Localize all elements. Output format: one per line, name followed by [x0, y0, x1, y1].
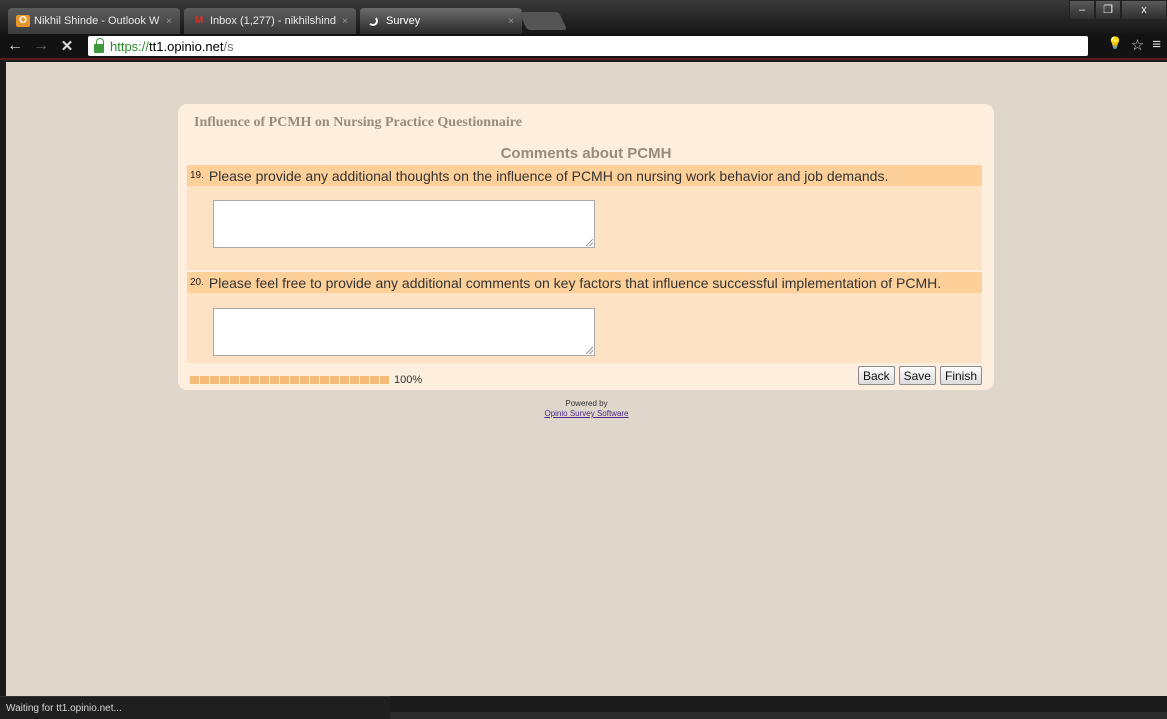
question-20-body: [187, 293, 982, 363]
survey-actions: Back Save Finish: [857, 366, 982, 385]
question-19-textarea[interactable]: [213, 200, 595, 248]
save-button[interactable]: Save: [898, 366, 936, 385]
url-path: /s: [223, 38, 234, 54]
question-text: Please feel free to provide any addition…: [208, 274, 942, 291]
url-scheme: https://: [110, 38, 150, 54]
tab-gmail[interactable]: M Inbox (1,277) - nikhilshinde ×: [184, 8, 356, 34]
progress-segment: [280, 376, 289, 384]
powered-by: Powered by Opinio Survey Software: [6, 399, 1167, 419]
progress-segment: [380, 376, 389, 384]
new-tab-button[interactable]: [518, 12, 568, 30]
browser-toolbar: ← → ✕ https:// tt1.opinio.net /s 💡 ☆ ≡: [0, 34, 1167, 60]
progress-segment: [290, 376, 299, 384]
progress-segment: [220, 376, 229, 384]
opinio-link[interactable]: Opinio Survey Software: [544, 409, 628, 418]
progress-segment: [230, 376, 239, 384]
outlook-icon: O: [16, 15, 30, 27]
tab-close-icon[interactable]: ×: [166, 16, 172, 27]
section-title: Comments about PCMH: [500, 145, 672, 162]
question-number: 20.: [190, 277, 204, 288]
progress-segment: [310, 376, 319, 384]
status-bubble: Waiting for tt1.opinio.net...: [0, 696, 390, 719]
progress-indicator: 100%: [190, 374, 422, 386]
toolbar-actions: 💡 ☆ ≡: [1108, 36, 1161, 54]
lightbulb-icon[interactable]: 💡: [1108, 36, 1123, 54]
progress-segment: [250, 376, 259, 384]
survey-panel: Influence of PCMH on Nursing Practice Qu…: [178, 104, 994, 390]
progress-percent: 100%: [394, 374, 423, 386]
resize-grip-icon[interactable]: [586, 239, 593, 246]
progress-segment: [370, 376, 379, 384]
progress-segment: [360, 376, 369, 384]
tab-survey[interactable]: Survey ×: [360, 8, 522, 34]
minimize-button[interactable]: –: [1069, 0, 1095, 20]
progress-segment: [320, 376, 329, 384]
page-content: Influence of PCMH on Nursing Practice Qu…: [6, 62, 1167, 696]
question-19-header: 19. Please provide any additional though…: [187, 165, 982, 186]
progress-segment: [270, 376, 279, 384]
progress-bar: [190, 376, 389, 384]
powered-by-label: Powered by: [565, 399, 608, 408]
progress-segment: [190, 376, 199, 384]
gmail-icon: M: [194, 15, 204, 26]
progress-segment: [210, 376, 219, 384]
progress-segment: [240, 376, 249, 384]
question-20-textarea[interactable]: [213, 308, 595, 356]
progress-segment: [350, 376, 359, 384]
question-19-body: [187, 186, 982, 270]
window-controls: – ❐ x: [1069, 0, 1167, 22]
question-20-header: 20. Please feel free to provide any addi…: [187, 272, 982, 293]
tab-title: Inbox (1,277) - nikhilshinde: [210, 15, 337, 27]
question-text: Please provide any additional thoughts o…: [208, 167, 889, 184]
progress-segment: [260, 376, 269, 384]
browser-titlebar: O Nikhil Shinde - Outlook W × M Inbox (1…: [0, 0, 1167, 34]
back-button[interactable]: Back: [857, 366, 895, 385]
tab-close-icon[interactable]: ×: [342, 16, 348, 27]
progress-segment: [200, 376, 209, 384]
close-window-button[interactable]: x: [1121, 0, 1167, 20]
star-icon[interactable]: ☆: [1131, 36, 1144, 54]
maximize-button[interactable]: ❐: [1095, 0, 1121, 20]
tab-outlook[interactable]: O Nikhil Shinde - Outlook W ×: [8, 8, 180, 34]
address-bar[interactable]: https:// tt1.opinio.net /s: [88, 36, 1088, 56]
progress-segment: [340, 376, 349, 384]
tab-title: Nikhil Shinde - Outlook W: [34, 15, 160, 27]
loading-spinner-icon: [368, 16, 378, 26]
question-number: 19.: [190, 170, 204, 181]
finish-button[interactable]: Finish: [939, 366, 982, 385]
tab-close-icon[interactable]: ×: [508, 16, 514, 27]
forward-arrow-icon[interactable]: →: [30, 37, 52, 55]
progress-segment: [300, 376, 309, 384]
url-host: tt1.opinio.net: [149, 38, 224, 54]
stop-icon[interactable]: ✕: [56, 37, 78, 55]
tab-title: Survey: [386, 15, 421, 27]
resize-grip-icon[interactable]: [586, 347, 593, 354]
os-taskbar: [390, 712, 1167, 719]
survey-title: Influence of PCMH on Nursing Practice Qu…: [194, 115, 522, 130]
menu-icon[interactable]: ≡: [1152, 36, 1161, 54]
lock-icon: [94, 37, 104, 53]
progress-segment: [330, 376, 339, 384]
back-arrow-icon[interactable]: ←: [4, 37, 26, 55]
